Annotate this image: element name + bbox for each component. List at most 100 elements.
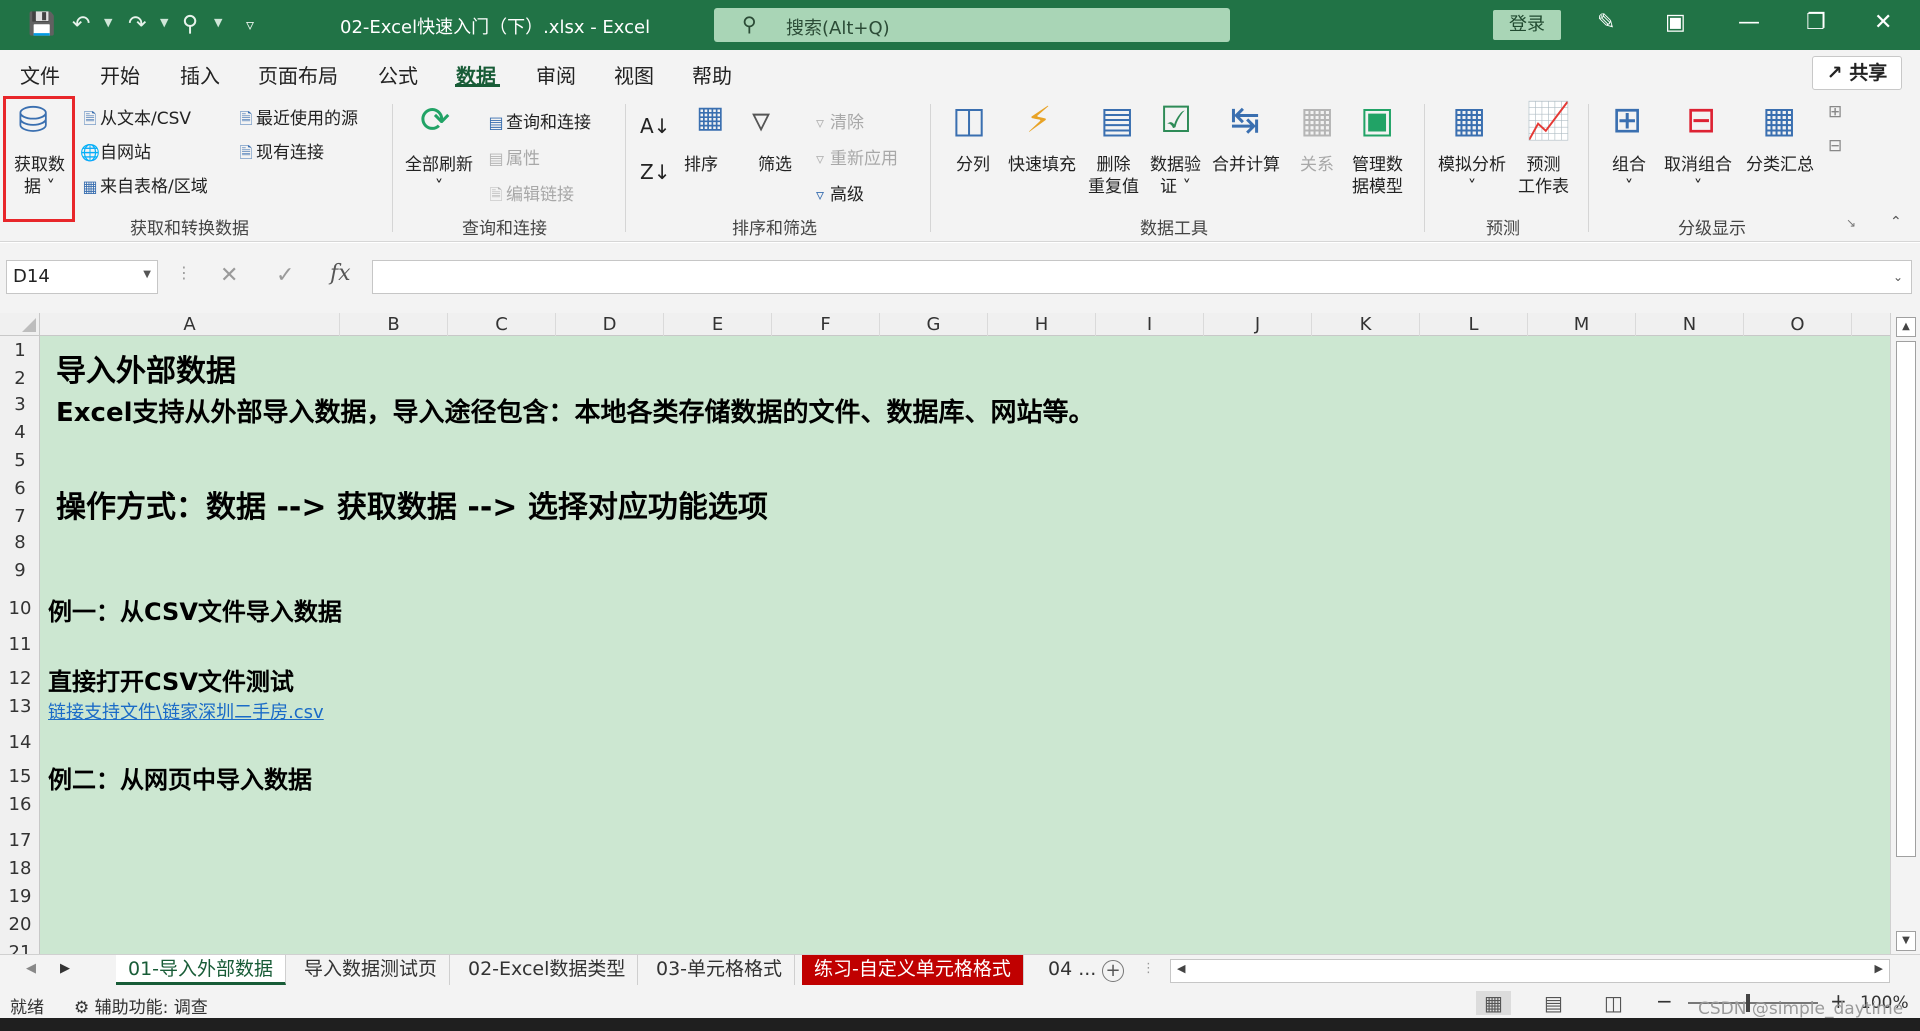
prev-sheet-icon[interactable]: ◀ xyxy=(26,961,36,976)
from-web-button[interactable]: 🌐自网站 xyxy=(80,138,151,163)
tab-formulas[interactable]: 公式 xyxy=(378,60,418,89)
column-header-b[interactable]: B xyxy=(340,313,448,336)
login-button[interactable]: 登录 xyxy=(1493,10,1561,40)
column-header-a[interactable]: A xyxy=(40,313,340,336)
ungroup-button[interactable]: 取消组合 ˅ xyxy=(1664,154,1732,198)
tab-review[interactable]: 审阅 xyxy=(536,60,576,89)
row-header[interactable]: 17 xyxy=(0,830,39,851)
sheet-tab-import-test[interactable]: 导入数据测试页 xyxy=(292,955,451,985)
close-icon[interactable]: ✕ xyxy=(1874,10,1892,35)
next-sheet-icon[interactable]: ▶ xyxy=(60,961,70,976)
formula-input[interactable]: ⌄ xyxy=(372,260,1912,294)
sort-descending-icon[interactable]: Z↓ xyxy=(640,160,670,184)
select-all-corner[interactable] xyxy=(0,313,40,336)
column-header-h[interactable]: H xyxy=(988,313,1096,336)
scroll-up-icon[interactable]: ▲ xyxy=(1896,317,1916,337)
ribbon-display-icon[interactable]: ▣ xyxy=(1665,10,1686,35)
undo-dropdown-icon[interactable]: ▼ xyxy=(104,16,112,29)
cell-a6-instructions[interactable]: 操作方式：数据 --> 获取数据 --> 选择对应功能选项 xyxy=(56,482,768,526)
subtotal-button[interactable]: 分类汇总 xyxy=(1746,154,1814,176)
undo-icon[interactable]: ↶ xyxy=(72,12,90,38)
filter-button[interactable]: 筛选 xyxy=(758,154,792,176)
consolidate-button[interactable]: 合并计算 xyxy=(1212,154,1280,176)
column-header-j[interactable]: J xyxy=(1204,313,1312,336)
column-header-m[interactable]: M xyxy=(1528,313,1636,336)
column-header-d[interactable]: D xyxy=(556,313,664,336)
accessibility-status[interactable]: ⚙ 辅助功能: 调查 xyxy=(74,993,208,1018)
row-header[interactable]: 9 xyxy=(0,560,39,581)
tab-splitter-icon[interactable]: ⋮ xyxy=(1142,961,1155,976)
scroll-right-icon[interactable]: ▶ xyxy=(1875,962,1883,975)
sheet-tab-cell-format[interactable]: 03-单元格格式 xyxy=(644,955,796,985)
cell-a15-example-two[interactable]: 例二：从网页中导入数据 xyxy=(48,760,312,795)
tab-view[interactable]: 视图 xyxy=(614,60,654,89)
row-header[interactable]: 20 xyxy=(0,914,39,935)
clear-button[interactable]: ▿ 清除 xyxy=(810,108,864,133)
tab-home[interactable]: 开始 xyxy=(100,60,140,89)
row-header[interactable]: 6 xyxy=(0,478,39,499)
existing-connections-button[interactable]: 🗎 现有连接 xyxy=(236,138,324,169)
vertical-scrollbar[interactable]: ▲ ▼ xyxy=(1890,313,1920,954)
relationships-button[interactable]: 关系 xyxy=(1300,154,1334,176)
redo-icon[interactable]: ↷ xyxy=(128,12,146,38)
row-header[interactable]: 7 xyxy=(0,506,39,527)
worksheet-grid[interactable]: 导入外部数据 Excel支持从外部导入数据，导入途径包含：本地各类存储数据的文件… xyxy=(40,336,1890,954)
sheet-tab-data-types[interactable]: 02-Excel数据类型 xyxy=(456,955,639,985)
row-header[interactable]: 4 xyxy=(0,422,39,443)
reapply-button[interactable]: ▿ 重新应用 xyxy=(810,144,898,169)
row-header[interactable]: 10 xyxy=(0,598,39,619)
cell-a1-heading[interactable]: 导入外部数据 xyxy=(56,346,236,390)
column-header-o[interactable]: O xyxy=(1744,313,1852,336)
column-header-c[interactable]: C xyxy=(448,313,556,336)
cell-a13-csv-link[interactable]: 链接支持文件\链家深圳二手房.csv xyxy=(48,698,324,724)
advanced-filter-button[interactable]: ▿ 高级 xyxy=(810,180,864,205)
data-validation-button[interactable]: 数据验证 ˅ xyxy=(1150,154,1201,198)
find-icon[interactable]: ⚲ xyxy=(182,12,198,38)
row-header[interactable]: 21 xyxy=(0,942,39,954)
column-header-i[interactable]: I xyxy=(1096,313,1204,336)
show-detail-icon[interactable]: ⊞ xyxy=(1828,102,1842,122)
remove-duplicates-button[interactable]: 删除 重复值 xyxy=(1088,154,1139,198)
tab-insert[interactable]: 插入 xyxy=(180,60,220,89)
hide-detail-icon[interactable]: ⊟ xyxy=(1828,136,1842,156)
group-button[interactable]: 组合 ˅ xyxy=(1612,154,1646,198)
collapse-ribbon-icon[interactable]: ⌃ xyxy=(1890,214,1902,230)
redo-dropdown-icon[interactable]: ▼ xyxy=(160,16,168,29)
cancel-icon[interactable]: ✕ xyxy=(220,263,238,288)
properties-button[interactable]: ▤ 属性 xyxy=(486,144,540,169)
text-to-columns-button[interactable]: 分列 xyxy=(956,154,990,176)
pen-icon[interactable]: ✎ xyxy=(1597,10,1615,35)
cell-a10-example-one[interactable]: 例一：从CSV文件导入数据 xyxy=(48,592,342,627)
restore-icon[interactable]: ❐ xyxy=(1806,10,1826,35)
share-button[interactable]: ↗ 共享 xyxy=(1812,56,1902,90)
refresh-all-button[interactable]: 全部刷新 ˅ xyxy=(405,154,473,198)
row-header[interactable]: 1 xyxy=(0,340,39,361)
column-header-l[interactable]: L xyxy=(1420,313,1528,336)
find-dropdown-icon[interactable]: ▼ xyxy=(214,16,222,29)
row-header[interactable]: 14 xyxy=(0,732,39,753)
row-header[interactable]: 11 xyxy=(0,634,39,655)
save-icon[interactable]: 💾 xyxy=(28,12,55,38)
minimize-icon[interactable]: — xyxy=(1738,10,1760,35)
scroll-thumb[interactable] xyxy=(1896,341,1916,857)
row-header[interactable]: 8 xyxy=(0,532,39,553)
row-header[interactable]: 2 xyxy=(0,368,39,389)
row-header[interactable]: 12 xyxy=(0,668,39,689)
row-header[interactable]: 13 xyxy=(0,696,39,717)
search-box[interactable]: ⚲ 搜索(Alt+Q) xyxy=(714,8,1230,42)
column-header-k[interactable]: K xyxy=(1312,313,1420,336)
tab-help[interactable]: 帮助 xyxy=(692,60,732,89)
forecast-sheet-button[interactable]: 预测 工作表 xyxy=(1518,154,1569,198)
from-text-csv-button[interactable]: 🗎 从文本/CSV xyxy=(80,104,191,135)
scroll-left-icon[interactable]: ◀ xyxy=(1177,962,1185,975)
row-header[interactable]: 3 xyxy=(0,394,39,415)
insert-function-icon[interactable]: fx xyxy=(330,261,351,286)
dialog-launcher-icon[interactable]: ↘ xyxy=(1846,216,1856,230)
name-box[interactable]: D14 ▼ xyxy=(6,260,158,294)
sheet-tab-custom-format-exercise[interactable]: 练习-自定义单元格格式 xyxy=(802,955,1024,985)
manage-data-model-button[interactable]: 管理数 据模型 xyxy=(1352,154,1403,198)
column-header-n[interactable]: N xyxy=(1636,313,1744,336)
page-layout-view-icon[interactable]: ▤ xyxy=(1544,991,1563,1015)
row-header[interactable]: 18 xyxy=(0,858,39,879)
page-break-view-icon[interactable]: ◫ xyxy=(1604,991,1623,1015)
